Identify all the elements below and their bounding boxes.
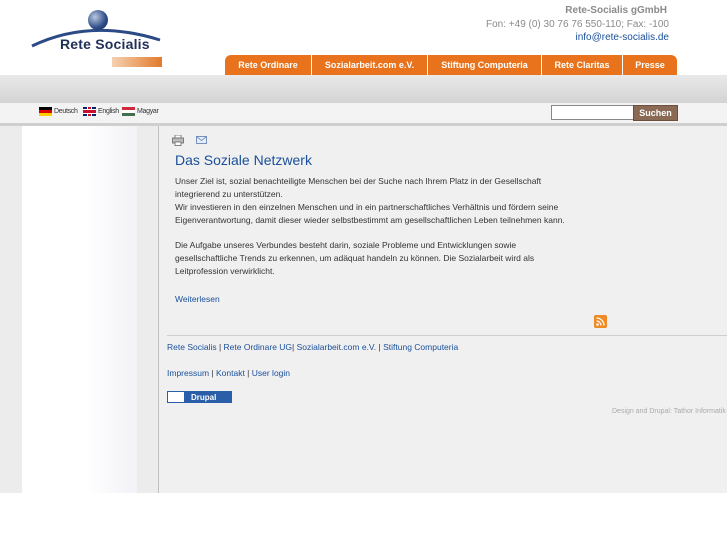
phone-fax: Fon: +49 (0) 30 76 76 550-110; Fax: -100 (486, 19, 669, 30)
company-name: Rete-Socialis gGmbH (565, 5, 667, 16)
sidebar-inner (22, 126, 137, 493)
nav-tab-stiftung-computeria[interactable]: Stiftung Computeria (428, 55, 542, 76)
read-more-link[interactable]: Weiterlesen (175, 294, 220, 304)
drupal-badge[interactable]: Drupal (167, 391, 232, 403)
nav-tab-rete-ordinare[interactable]: Rete Ordinare (225, 55, 312, 76)
paragraph-line: Die Aufgabe unseres Verbundes besteht da… (175, 240, 517, 250)
nav-tab-rete-claritas[interactable]: Rete Claritas (542, 55, 623, 76)
logo-accent-bar (112, 57, 162, 67)
footer-link-rete-socialis[interactable]: Rete Socialis (167, 342, 217, 352)
footer-links-primary: Rete Socialis | Rete Ordinare UG| Sozial… (167, 342, 459, 352)
language-english[interactable]: English (83, 107, 119, 116)
german-flag-icon (39, 107, 52, 116)
mail-icon[interactable] (196, 136, 207, 144)
language-label: Deutsch (54, 108, 78, 115)
search-input[interactable] (551, 105, 634, 120)
footer-link-kontakt[interactable]: Kontakt (216, 368, 245, 378)
uk-flag-icon (83, 107, 96, 116)
header-band (0, 75, 727, 103)
language-label: English (98, 108, 119, 115)
logo-globe-icon (88, 10, 108, 30)
design-credits: Design and Drupal: Tathor Informatik (612, 408, 726, 415)
paragraph-line: Unser Ziel ist, sozial benachteiligte Me… (175, 176, 542, 186)
intro-paragraph: Unser Ziel ist, sozial benachteiligte Me… (175, 175, 595, 227)
rss-feed-icon[interactable] (594, 315, 607, 328)
page-title: Das Soziale Netzwerk (175, 152, 312, 168)
nav-tab-presse[interactable]: Presse (623, 55, 677, 76)
language-magyar[interactable]: Magyar (122, 107, 159, 116)
footer-link-impressum[interactable]: Impressum (167, 368, 209, 378)
paragraph-line: Eigenverantwortung, damit dieser wieder … (175, 215, 565, 225)
nav-tab-sozialarbeit[interactable]: Sozialarbeit.com e.V. (312, 55, 428, 76)
footer-link-stiftung-computeria[interactable]: Stiftung Computeria (383, 342, 458, 352)
paragraph-line: Leitprofession verwirklicht. (175, 266, 275, 276)
search-button[interactable]: Suchen (633, 105, 678, 121)
hungarian-flag-icon (122, 107, 135, 116)
column-divider (158, 126, 159, 493)
footer-links-secondary: Impressum | Kontakt | User login (167, 368, 291, 378)
main-nav: Rete Ordinare Sozialarbeit.com e.V. Stif… (225, 55, 677, 76)
paragraph-line: integrierend zu unterstützen. (175, 189, 283, 199)
content-divider (167, 335, 727, 336)
paragraph-line: gesellschaftliche Trends zu erkennen, um… (175, 253, 535, 263)
drupal-label: Drupal (191, 392, 217, 402)
paragraph-line: Wir investieren in den einzelnen Mensche… (175, 202, 559, 212)
footer-link-user-login[interactable]: User login (252, 368, 290, 378)
footer-link-sozialarbeit[interactable]: Sozialarbeit.com e.V. (297, 342, 377, 352)
footer-link-rete-ordinare[interactable]: Rete Ordinare UG (224, 342, 293, 352)
language-deutsch[interactable]: Deutsch (39, 107, 78, 116)
mission-paragraph: Die Aufgabe unseres Verbundes besteht da… (175, 239, 595, 278)
email-link[interactable]: info@rete-socialis.de (575, 32, 669, 43)
drupal-logo-icon (167, 391, 185, 403)
print-icon[interactable] (172, 135, 184, 146)
language-label: Magyar (137, 108, 159, 115)
logo-text[interactable]: Rete Socialis (60, 36, 150, 52)
